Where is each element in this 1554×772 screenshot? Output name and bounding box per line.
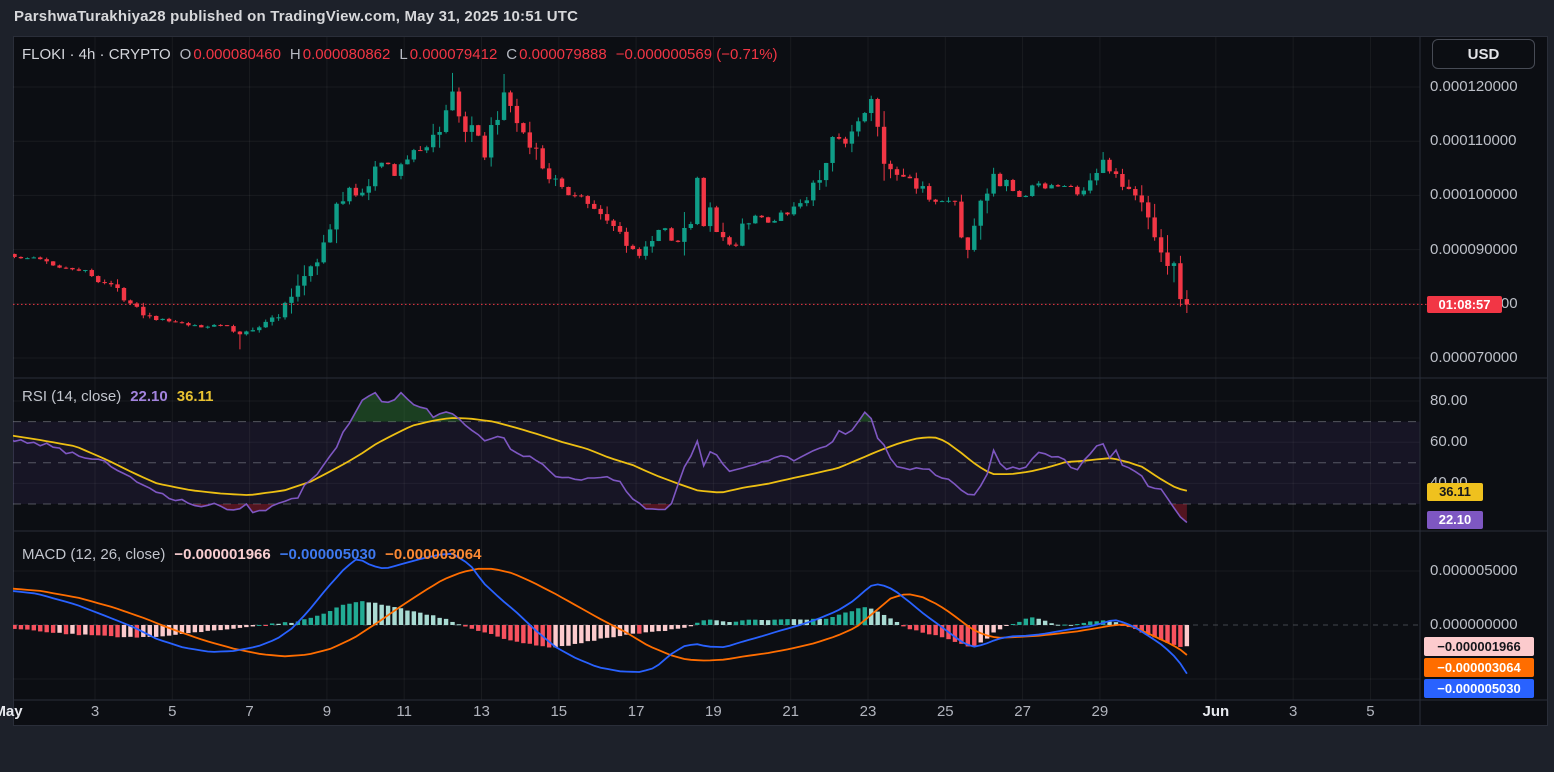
time-tick-label: 19 [705, 703, 722, 720]
rsi-tick-label: 80.00 [1430, 392, 1468, 410]
macd-tick-label: 0.000000000 [1430, 616, 1518, 634]
time-tick-label: Jun [1203, 703, 1230, 720]
ohlc-low: L0.000079412 [399, 46, 497, 63]
rsi-indicator-name[interactable]: RSI (14, close) [22, 388, 121, 405]
time-tick-label: 27 [1014, 703, 1031, 720]
bar-countdown-badge: 01:08:57 [1427, 296, 1502, 313]
rsi-tick-label: 60.00 [1430, 433, 1468, 451]
price-change: −0.000000569 (−0.71%) [616, 46, 778, 63]
macd-line-badge: −0.000005030 [1424, 679, 1534, 698]
currency-toggle-button[interactable]: USD [1432, 39, 1535, 69]
symbol-name[interactable]: FLOKI · 4h · CRYPTO [22, 46, 171, 63]
macd-indicator-name[interactable]: MACD (12, 26, close) [22, 546, 165, 563]
rsi-indicator-header: RSI (14, close) 22.10 36.11 [22, 388, 213, 405]
ohlc-open: O0.000080460 [180, 46, 281, 63]
ohlc-high: H0.000080862 [290, 46, 390, 63]
time-tick-label: 21 [782, 703, 799, 720]
macd-indicator-header: MACD (12, 26, close) −0.000001966 −0.000… [22, 546, 481, 563]
macd-hist-badge: −0.000001966 [1424, 637, 1534, 656]
attribution-text: ParshwaTurakhiya28 published on TradingV… [14, 8, 578, 25]
footer-bar: TradingView [0, 726, 1554, 772]
ohlc-close: C0.000079888 [506, 46, 606, 63]
time-tick-label: 17 [628, 703, 645, 720]
price-tick-label: 0.000120000 [1430, 78, 1518, 96]
price-tick-label: 0.000090000 [1430, 241, 1518, 259]
time-tick-label: 25 [937, 703, 954, 720]
time-tick-label: 13 [473, 703, 490, 720]
attribution-bar: ParshwaTurakhiya28 published on TradingV… [0, 0, 1554, 36]
time-tick-label: 23 [860, 703, 877, 720]
time-tick-label: 5 [168, 703, 176, 720]
price-tick-label: 0.000110000 [1430, 132, 1516, 150]
time-tick-label: 9 [323, 703, 331, 720]
rsi-value: 22.10 [130, 388, 168, 405]
rsi-value-badge: 22.10 [1427, 511, 1483, 529]
chart-canvas[interactable] [13, 36, 1548, 726]
macd-hist-value: −0.000001966 [174, 546, 270, 563]
tradingview-published-chart: ParshwaTurakhiya28 published on TradingV… [0, 0, 1554, 772]
time-tick-label: 11 [396, 703, 412, 720]
rsi-ma-value: 36.11 [177, 388, 214, 405]
price-tick-label: 0.000100000 [1430, 186, 1518, 204]
time-tick-label: 29 [1092, 703, 1109, 720]
time-tick-label: 5 [1366, 703, 1374, 720]
time-tick-label: 3 [1289, 703, 1297, 720]
time-tick-label: May [0, 703, 23, 720]
time-tick-label: 7 [245, 703, 253, 720]
macd-signal-badge: −0.000003064 [1424, 658, 1534, 677]
macd-tick-label: 0.000005000 [1430, 562, 1518, 580]
symbol-header: FLOKI · 4h · CRYPTO O0.000080460 H0.0000… [22, 46, 778, 63]
price-tick-label: 0.000070000 [1430, 349, 1518, 367]
time-tick-label: 3 [91, 703, 99, 720]
macd-signal-value: −0.000003064 [385, 546, 481, 563]
rsi-ma-badge: 36.11 [1427, 483, 1483, 501]
macd-line-value: −0.000005030 [280, 546, 376, 563]
time-tick-label: 15 [550, 703, 567, 720]
